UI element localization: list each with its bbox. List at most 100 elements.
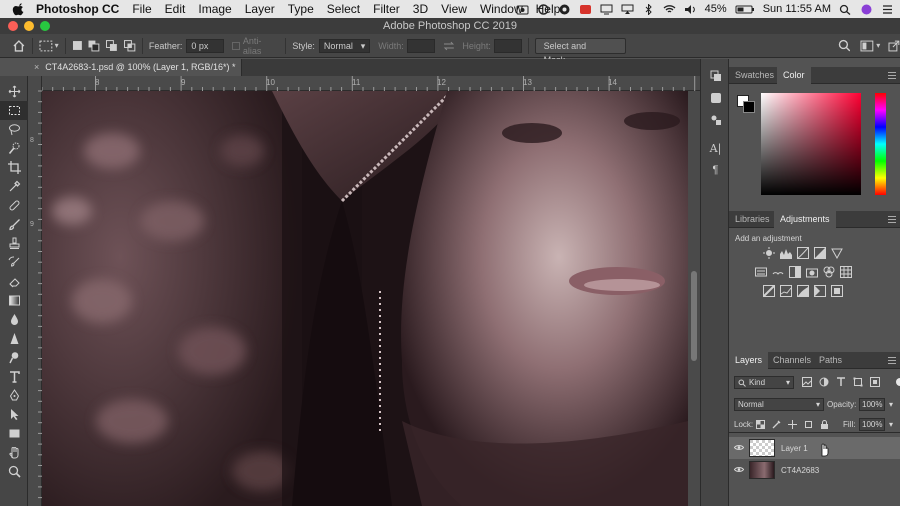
gradient-map-icon[interactable] [814, 285, 826, 297]
creative-cloud-icon[interactable] [537, 3, 550, 15]
layer-name[interactable]: Layer 1 [781, 444, 808, 453]
blend-mode-select[interactable]: Normal ▾ [734, 398, 824, 411]
eyedropper-tool[interactable] [0, 177, 28, 196]
menu-view[interactable]: View [441, 2, 467, 16]
lasso-tool[interactable] [0, 120, 28, 139]
photo-filter-icon[interactable] [806, 266, 818, 278]
background-color-swatch[interactable] [743, 101, 755, 113]
smart-object-filter-icon[interactable] [870, 377, 880, 387]
height-input[interactable] [493, 38, 522, 53]
lock-artboard-icon[interactable] [804, 420, 813, 429]
layer-filter-kind-select[interactable]: Kind ▾ [734, 376, 794, 389]
record-icon[interactable] [558, 4, 571, 15]
style-select[interactable]: Normal ▾ [318, 38, 371, 53]
eraser-tool[interactable] [0, 272, 28, 291]
select-and-mask-button[interactable]: Select and Mask... [534, 37, 626, 65]
lock-position-icon[interactable] [788, 420, 797, 429]
chevron-down-icon[interactable]: ▾ [876, 41, 880, 50]
add-selection-icon[interactable] [88, 40, 100, 52]
invert-icon[interactable] [763, 285, 775, 297]
volume-icon[interactable] [684, 4, 697, 15]
notification-center-icon[interactable] [881, 4, 894, 15]
glyphs-panel-button[interactable] [701, 109, 730, 131]
tab-swatches[interactable]: Swatches [729, 67, 780, 84]
menu-image[interactable]: Image [198, 2, 231, 16]
tab-layers[interactable]: Layers [729, 352, 769, 369]
type-filter-icon[interactable] [836, 377, 846, 387]
rect-marquee-icon[interactable] [39, 40, 53, 52]
adobe-badge-icon[interactable] [579, 4, 592, 15]
new-selection-icon[interactable] [72, 40, 83, 51]
swap-dimensions-icon[interactable] [443, 41, 455, 51]
crop-tool[interactable] [0, 158, 28, 177]
airplay-icon[interactable] [621, 4, 634, 15]
battery-percent[interactable]: 45% [705, 3, 727, 15]
move-tool[interactable] [0, 82, 28, 101]
siri-icon[interactable] [860, 4, 873, 15]
gradient-tool[interactable] [0, 291, 28, 310]
path-selection-tool[interactable] [0, 405, 28, 424]
canvas-vertical-scrollbar[interactable] [688, 91, 700, 506]
dodge-tool[interactable] [0, 348, 28, 367]
antialias-checkbox[interactable] [232, 41, 240, 50]
camera-icon[interactable] [516, 4, 529, 15]
shape-filter-icon[interactable] [853, 377, 863, 387]
hue-slider[interactable] [875, 93, 886, 195]
close-icon[interactable]: × [34, 62, 39, 72]
menu-layer[interactable]: Layer [245, 2, 275, 16]
sharpen-tool[interactable] [0, 329, 28, 348]
scrollbar-thumb[interactable] [691, 271, 697, 361]
healing-brush-tool[interactable] [0, 196, 28, 215]
menubar-clock[interactable]: Sun 11:55 AM [763, 3, 831, 15]
zoom-tool[interactable] [0, 462, 28, 481]
home-icon[interactable] [12, 39, 26, 53]
black-white-icon[interactable] [789, 266, 801, 278]
layer-row-layer-1[interactable]: Layer 1 [729, 437, 900, 459]
panel-menu-icon[interactable] [888, 72, 896, 79]
menu-edit[interactable]: Edit [165, 2, 186, 16]
menu-app-name[interactable]: Photoshop CC [36, 2, 119, 16]
character-panel-button[interactable]: A| [701, 137, 730, 159]
tab-color[interactable]: Color [777, 67, 811, 84]
layer-name[interactable]: CT4A2683 [781, 466, 819, 475]
menu-type[interactable]: Type [288, 2, 314, 16]
menu-select[interactable]: Select [327, 2, 360, 16]
tab-libraries[interactable]: Libraries [729, 211, 776, 228]
document-tab[interactable]: × CT4A2683-1.psd @ 100% (Layer 1, RGB/16*… [28, 59, 242, 76]
pen-tool[interactable] [0, 386, 28, 405]
fill-input[interactable]: 100% [859, 418, 886, 431]
maximize-window-button[interactable] [40, 21, 50, 31]
channel-mixer-icon[interactable] [823, 266, 835, 278]
clone-stamp-tool[interactable] [0, 234, 28, 253]
hue-saturation-icon[interactable] [755, 266, 767, 278]
marquee-tool[interactable] [0, 101, 28, 120]
hand-tool[interactable] [0, 443, 28, 462]
paragraph-panel-button[interactable]: ¶ [701, 159, 730, 181]
chevron-down-icon[interactable]: ▾ [889, 420, 893, 429]
properties-panel-button[interactable] [701, 87, 730, 109]
opacity-input[interactable]: 100% [859, 398, 886, 411]
document-canvas[interactable] [42, 91, 688, 506]
blur-tool[interactable] [0, 310, 28, 329]
type-tool[interactable] [0, 367, 28, 386]
wifi-icon[interactable] [663, 4, 676, 15]
bluetooth-icon[interactable] [642, 3, 655, 15]
levels-icon[interactable] [780, 247, 792, 259]
color-balance-icon[interactable] [772, 266, 784, 278]
menu-3d[interactable]: 3D [413, 2, 428, 16]
layer-row-ct4a2683[interactable]: CT4A2683 [729, 459, 900, 481]
tab-paths[interactable]: Paths [813, 352, 848, 369]
chevron-down-icon[interactable]: ▾ [55, 41, 59, 50]
brightness-contrast-icon[interactable] [763, 247, 775, 259]
display-icon[interactable] [600, 4, 613, 15]
lock-transparent-icon[interactable] [756, 420, 765, 429]
menu-filter[interactable]: Filter [373, 2, 400, 16]
panel-menu-icon[interactable] [888, 216, 896, 223]
feather-input[interactable]: 0 px [186, 38, 225, 53]
tab-adjustments[interactable]: Adjustments [774, 211, 836, 228]
adjustment-filter-icon[interactable] [819, 377, 829, 387]
selective-color-icon[interactable] [831, 285, 843, 297]
panel-menu-icon[interactable] [888, 357, 896, 364]
quick-selection-tool[interactable] [0, 139, 28, 158]
share-icon[interactable] [888, 40, 900, 52]
